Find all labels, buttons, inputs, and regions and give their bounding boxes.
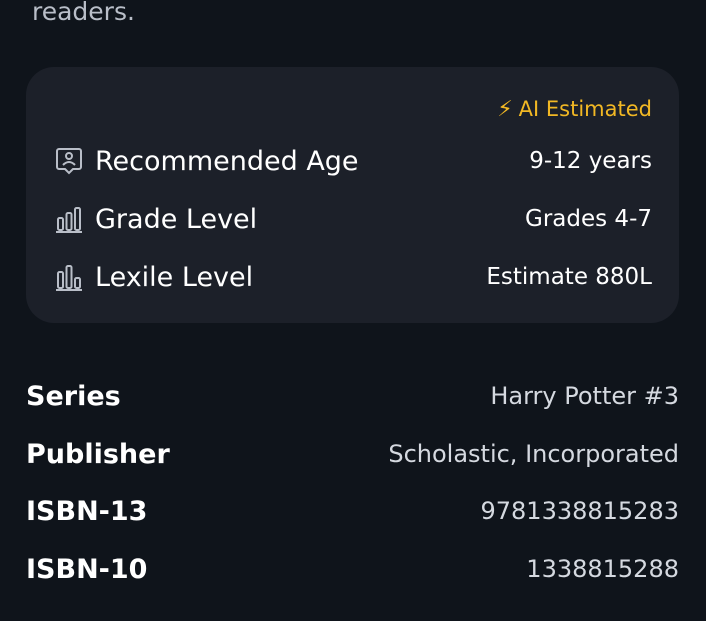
grade-level-value: Grades 4-7 [525, 206, 652, 232]
grade-bars-icon [54, 204, 84, 234]
publisher-row: Publisher Scholastic, Incorporated [26, 434, 679, 474]
isbn-10-row: ISBN-10 1338815288 [26, 549, 679, 589]
isbn-13-label: ISBN-13 [26, 495, 148, 527]
lexile-level-value: Estimate 880L [486, 264, 652, 290]
isbn-10-label: ISBN-10 [26, 553, 148, 585]
lexile-level-label: Lexile Level [95, 261, 254, 293]
isbn-13-row: ISBN-13 9781338815283 [26, 491, 679, 531]
isbn-13-value: 9781338815283 [480, 497, 679, 525]
recommended-age-row: Recommended Age 9-12 years [54, 141, 652, 181]
series-value: Harry Potter #3 [490, 382, 679, 410]
grade-level-label: Grade Level [95, 203, 258, 235]
lexile-level-row: Lexile Level Estimate 880L [54, 257, 652, 297]
recommended-age-label: Recommended Age [95, 145, 359, 177]
lexile-bars-icon [54, 262, 84, 292]
isbn-10-value: 1338815288 [526, 555, 679, 583]
recommended-age-value: 9-12 years [529, 148, 652, 174]
lightning-bolt-icon: ⚡ [497, 96, 513, 122]
grade-level-row: Grade Level Grades 4-7 [54, 199, 652, 239]
book-details-page: readers. ⚡ AI Estimated Recommended Age … [0, 0, 706, 621]
series-row: Series Harry Potter #3 [26, 376, 679, 416]
publisher-label: Publisher [26, 438, 170, 470]
ai-estimated-label: AI Estimated [518, 97, 652, 121]
age-badge-icon [54, 146, 84, 176]
publisher-value: Scholastic, Incorporated [388, 440, 679, 468]
description-text-tail: readers. [32, 0, 135, 26]
reading-level-card: ⚡ AI Estimated Recommended Age 9-12 year… [26, 67, 679, 323]
series-label: Series [26, 380, 121, 412]
ai-estimated-badge: ⚡ AI Estimated [497, 94, 652, 124]
